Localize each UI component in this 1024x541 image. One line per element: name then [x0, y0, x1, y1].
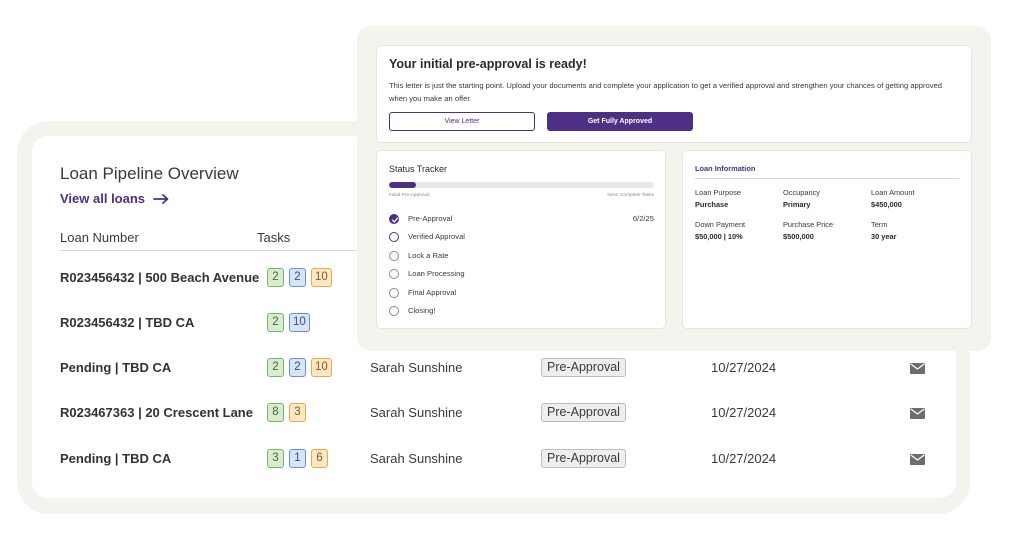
view-all-loans-link[interactable]: View all loans — [60, 191, 169, 206]
loan-number: Pending | TBD CA — [60, 360, 172, 375]
loan-info-field: Down Payment $50,000 | 10% — [695, 220, 745, 244]
status-step: Closing! — [389, 306, 654, 318]
loan-number: Pending | TBD CA — [60, 451, 172, 466]
loan-date: 10/27/2024 — [711, 360, 777, 375]
table-row[interactable]: Pending | TBD CA 3 1 6 Sarah Sunshine Pre-App… — [0, 449, 1024, 471]
loan-info-label: Loan Purpose — [695, 188, 742, 197]
task-chips: 2 10 — [267, 313, 310, 332]
arrow-right-icon — [153, 193, 169, 204]
loan-info-value: $500,000 — [783, 232, 814, 241]
loan-info-field: Term 30 year — [871, 220, 896, 244]
loan-info-label: Loan Amount — [871, 188, 915, 197]
step-circle-icon — [389, 232, 399, 243]
check-icon — [389, 214, 399, 224]
status-step-label: Lock a Rate — [408, 250, 449, 260]
status-step-label: Closing! — [408, 306, 436, 315]
task-count-badge[interactable]: 2 — [267, 358, 284, 377]
envelope-icon[interactable] — [910, 406, 925, 424]
loan-number: R023456432 | 500 Beach Avenue — [60, 270, 260, 285]
loan-info-value: Primary — [783, 200, 811, 209]
loan-info-label: Term — [871, 220, 888, 229]
task-count-badge[interactable]: 6 — [311, 449, 328, 468]
task-count-badge[interactable]: 2 — [267, 268, 284, 287]
step-circle-icon — [389, 250, 399, 261]
step-circle-icon — [389, 306, 399, 316]
status-progress-bar — [389, 182, 654, 188]
view-all-loans-label: View all loans — [60, 191, 146, 206]
step-circle-icon — [389, 269, 399, 280]
header-divider — [60, 250, 360, 251]
pipeline-title: Loan Pipeline Overview — [60, 164, 239, 183]
task-count-badge[interactable]: 10 — [311, 268, 332, 287]
loan-info-value: $450,000 — [871, 200, 902, 209]
status-tracker-title: Status Tracker — [389, 164, 448, 174]
status-step-date: 6/2/25 — [632, 214, 654, 223]
view-letter-button[interactable]: View Letter — [389, 112, 535, 131]
loan-info-field: Purchase Price $500,000 — [783, 220, 833, 244]
task-count-badge[interactable]: 1 — [289, 449, 306, 468]
task-count-badge[interactable]: 3 — [289, 403, 306, 422]
loan-info-label: Down Payment — [695, 220, 746, 229]
task-count-badge[interactable]: 3 — [267, 449, 284, 468]
loan-officer: Sarah Sunshine — [370, 451, 463, 466]
loan-number: R023467363 | 20 Crescent Lane — [60, 405, 253, 420]
table-row[interactable]: R023467363 | 20 Crescent Lane 8 3 Sarah Sun… — [0, 403, 1024, 425]
progress-left-label: Initial Pre-Approval — [389, 193, 430, 198]
loan-date: 10/27/2024 — [711, 405, 777, 420]
status-step-label: Final Approval — [408, 287, 457, 297]
loan-info-value: 30 year — [871, 232, 897, 241]
task-chips: 83 — [267, 403, 306, 422]
status-step: Pre-Approval 6/2/25 — [389, 214, 654, 226]
preapproval-body: This letter is just the starting point. … — [389, 81, 942, 103]
loan-info-field: Occupancy Primary — [783, 188, 820, 212]
status-step-label: Pre-Approval — [408, 214, 453, 223]
task-count-badge[interactable]: 2 — [289, 268, 306, 287]
envelope-icon[interactable] — [910, 361, 925, 379]
stage-badge: Pre-Approval — [541, 449, 626, 468]
task-chips: 2 2 10 — [267, 268, 332, 287]
status-step: Verified Approval — [389, 232, 654, 244]
column-header-loan-number: Loan Number — [60, 230, 139, 245]
task-chips: 2 2 10 — [267, 358, 332, 377]
loan-info-field: Loan Purpose Purchase — [695, 188, 741, 212]
envelope-icon[interactable] — [910, 452, 925, 470]
status-step: Loan Processing — [389, 269, 654, 281]
loan-officer: Sarah Sunshine — [370, 405, 463, 420]
task-count-badge[interactable]: 2 — [289, 358, 306, 377]
loan-info-value: Purchase — [695, 200, 729, 209]
loan-number: R023456432 | TBD CA — [60, 315, 195, 330]
column-header-tasks: Tasks — [257, 230, 291, 245]
preapproval-title: Your initial pre-approval is ready! — [389, 57, 587, 71]
loan-officer: Sarah Sunshine — [370, 360, 463, 375]
status-progress-fill — [389, 182, 416, 188]
stage-badge: Pre-Approval — [541, 403, 626, 422]
status-step-label: Loan Processing — [408, 269, 465, 279]
loan-info-label: Purchase Price — [783, 220, 834, 229]
table-row[interactable]: Pending | TBD CA 2 2 10 Sarah Sunshine Pre-Ap… — [0, 358, 1024, 380]
task-count-badge[interactable]: 2 — [267, 313, 284, 332]
loan-info-divider — [695, 178, 959, 179]
loan-info-title: Loan Information — [695, 164, 756, 173]
status-step: Final Approval — [389, 287, 654, 300]
task-count-badge[interactable]: 10 — [311, 358, 332, 377]
loan-info-field: Loan Amount $450,000 — [871, 188, 915, 212]
loan-date: 10/27/2024 — [711, 451, 777, 466]
status-step: Lock a Rate — [389, 250, 654, 263]
loan-info-label: Occupancy — [783, 188, 820, 197]
step-circle-icon — [389, 287, 399, 298]
task-count-badge[interactable]: 10 — [289, 313, 310, 332]
loan-info-value: $50,000 | 10% — [695, 232, 743, 241]
stage-badge: Pre-Approval — [541, 358, 626, 377]
get-fully-approved-button[interactable]: Get Fully Approved — [547, 112, 693, 131]
status-step-label: Verified Approval — [408, 232, 465, 242]
task-chips: 316 — [267, 449, 328, 468]
task-count-badge[interactable]: 8 — [267, 403, 284, 422]
progress-right-label: Next: Complete Tasks — [607, 193, 654, 198]
